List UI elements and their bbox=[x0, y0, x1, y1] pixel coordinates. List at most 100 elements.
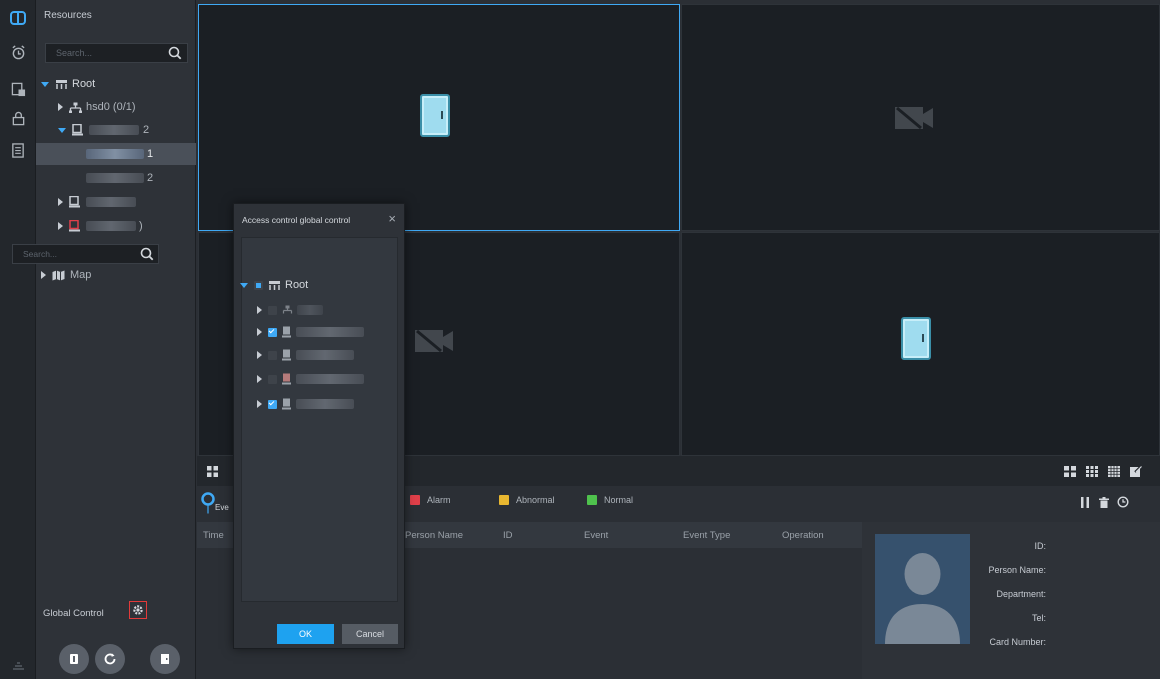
expand-arrow-icon[interactable] bbox=[58, 103, 63, 111]
layout-16-icon[interactable] bbox=[1108, 466, 1120, 477]
dialog-tree-item-5[interactable] bbox=[257, 394, 354, 414]
door-device-icon bbox=[69, 196, 80, 208]
expand-arrow-icon[interactable] bbox=[257, 375, 262, 383]
column-time[interactable]: Time bbox=[203, 530, 224, 541]
column-operation[interactable]: Operation bbox=[782, 530, 824, 541]
event-tab-label[interactable]: Eve bbox=[215, 503, 229, 512]
dialog-tree-item-1[interactable] bbox=[257, 300, 323, 320]
layout-9-icon[interactable] bbox=[1086, 466, 1098, 477]
detail-label-card-number: Card Number: bbox=[989, 637, 1046, 647]
tree-item-door-2[interactable]: 2 bbox=[86, 168, 153, 188]
panel-title: Resources bbox=[44, 10, 92, 21]
close-door-button[interactable] bbox=[150, 644, 180, 674]
log-icon[interactable] bbox=[8, 140, 28, 160]
video-window-4[interactable] bbox=[681, 232, 1160, 456]
door-device-icon bbox=[282, 349, 291, 361]
grid-view-icon[interactable] bbox=[207, 466, 218, 477]
expand-arrow-icon[interactable] bbox=[58, 198, 63, 206]
dialog-search-input[interactable]: Search... bbox=[12, 244, 159, 264]
tree-item-map[interactable]: Map bbox=[41, 265, 91, 285]
tree-item-label: Root bbox=[285, 279, 309, 291]
dialog-tree-item-3[interactable] bbox=[257, 345, 354, 365]
column-id[interactable]: ID bbox=[503, 530, 513, 541]
cancel-button[interactable]: Cancel bbox=[342, 624, 398, 644]
resource-panel: Resources Search... Root hsd0 (0/1) 2 1 bbox=[36, 0, 196, 679]
expand-arrow-icon[interactable] bbox=[41, 271, 46, 279]
no-video-camera-icon bbox=[415, 329, 453, 353]
pause-icon[interactable] bbox=[1080, 497, 1090, 508]
legend-abnormal[interactable]: Abnormal bbox=[499, 495, 555, 505]
ok-button[interactable]: OK bbox=[277, 624, 334, 644]
checkbox-unchecked[interactable] bbox=[268, 374, 277, 384]
resource-search-input[interactable]: Search... bbox=[45, 43, 188, 63]
access-control-global-control-dialog: Access control global control × bbox=[233, 203, 405, 649]
dialog-tree-item-2[interactable] bbox=[257, 322, 364, 342]
fullscreen-edit-icon[interactable] bbox=[1130, 466, 1142, 477]
legend-label: Abnormal bbox=[516, 495, 555, 505]
expand-arrow-icon[interactable] bbox=[58, 127, 66, 133]
column-event[interactable]: Event bbox=[584, 530, 608, 541]
blurred-device-name bbox=[86, 197, 136, 207]
collapse-icon[interactable] bbox=[8, 655, 28, 675]
tree-item-device-2[interactable] bbox=[58, 192, 136, 212]
search-placeholder: Search... bbox=[23, 249, 58, 259]
organization-icon bbox=[269, 280, 280, 290]
legend-label: Normal bbox=[604, 495, 634, 505]
blurred-item-name bbox=[296, 399, 354, 409]
search-icon[interactable] bbox=[167, 45, 183, 64]
device-lock-icon[interactable] bbox=[8, 79, 28, 99]
tree-item-device-3[interactable]: ) bbox=[58, 216, 143, 236]
tree-item-device-1[interactable]: 2 bbox=[58, 120, 149, 140]
video-window-1[interactable] bbox=[198, 4, 680, 231]
global-control-settings-button[interactable] bbox=[129, 601, 147, 619]
expand-arrow-icon[interactable] bbox=[257, 351, 262, 359]
tree-item-root[interactable]: Root bbox=[41, 74, 95, 94]
checkbox-checked[interactable] bbox=[268, 399, 277, 409]
expand-arrow-icon[interactable] bbox=[257, 306, 262, 314]
abnormal-color-box bbox=[499, 495, 509, 505]
video-window-2[interactable] bbox=[681, 4, 1160, 231]
blurred-item-name bbox=[297, 305, 323, 315]
lock-icon[interactable] bbox=[8, 108, 28, 128]
door-status-icon bbox=[420, 94, 450, 137]
blurred-device-name bbox=[89, 125, 139, 135]
expand-arrow-icon[interactable] bbox=[257, 328, 262, 336]
blurred-item-name bbox=[296, 374, 364, 384]
history-clock-icon[interactable] bbox=[1117, 496, 1129, 508]
expand-arrow-icon[interactable] bbox=[240, 282, 248, 288]
tree-item-hsd0[interactable]: hsd0 (0/1) bbox=[58, 97, 136, 117]
blurred-item-name bbox=[296, 327, 364, 337]
expand-arrow-icon[interactable] bbox=[58, 222, 63, 230]
layout-4-icon[interactable] bbox=[1064, 466, 1076, 477]
expand-arrow-icon[interactable] bbox=[257, 400, 262, 408]
refresh-icon bbox=[104, 653, 116, 665]
open-door-button[interactable] bbox=[59, 644, 89, 674]
detail-label-id: ID: bbox=[1034, 541, 1046, 551]
checkbox-partial[interactable] bbox=[254, 280, 263, 290]
map-icon bbox=[52, 270, 65, 280]
delete-icon[interactable] bbox=[1099, 497, 1109, 508]
app-window: Resources Search... Root hsd0 (0/1) 2 1 bbox=[0, 0, 1160, 679]
network-icon bbox=[69, 102, 82, 113]
tree-item-label-suffix: 1 bbox=[147, 148, 154, 160]
close-icon[interactable]: × bbox=[388, 212, 396, 225]
tree-item-door-1[interactable]: 1 bbox=[86, 144, 153, 164]
dialog-tree-item-root[interactable]: Root bbox=[240, 275, 308, 295]
legend-normal[interactable]: Normal bbox=[587, 495, 633, 505]
search-icon[interactable] bbox=[139, 246, 155, 265]
event-location-pin-icon[interactable] bbox=[201, 492, 215, 514]
dialog-tree-item-4[interactable] bbox=[257, 369, 364, 389]
tree-item-label: Map bbox=[70, 269, 92, 281]
checkbox-checked[interactable] bbox=[268, 327, 277, 337]
legend-alarm[interactable]: Alarm bbox=[410, 495, 451, 505]
column-person-name[interactable]: Person Name bbox=[405, 530, 463, 541]
alarm-clock-icon[interactable] bbox=[8, 42, 28, 62]
checkbox-unchecked[interactable] bbox=[268, 350, 277, 360]
expand-arrow-icon[interactable] bbox=[41, 81, 49, 87]
refresh-button[interactable] bbox=[95, 644, 125, 674]
checkbox-unchecked[interactable] bbox=[268, 305, 277, 315]
logo-icon[interactable] bbox=[8, 8, 28, 28]
no-video-camera-icon bbox=[895, 106, 933, 130]
column-event-type[interactable]: Event Type bbox=[683, 530, 730, 541]
organization-icon bbox=[56, 79, 67, 89]
